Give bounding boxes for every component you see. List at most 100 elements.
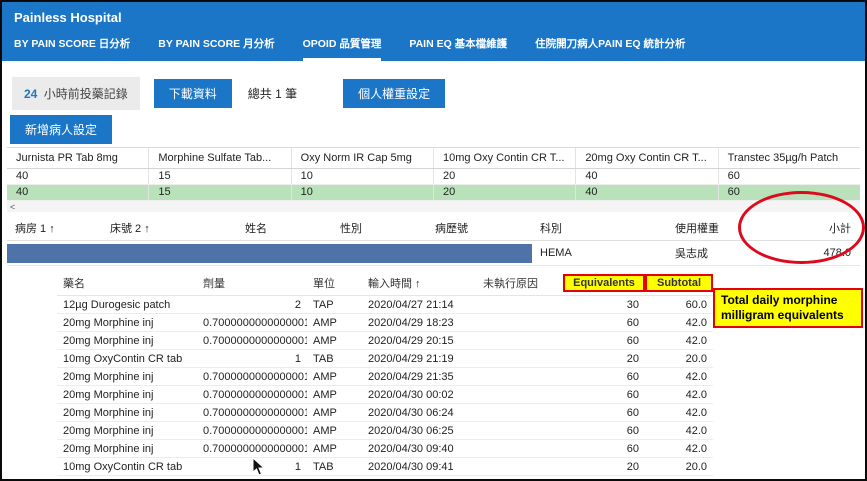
- summary-cell: 40: [7, 185, 149, 200]
- morphine-equivalents-note: Total daily morphine milligram equivalen…: [713, 288, 863, 328]
- equivalents-value: 60: [563, 423, 645, 439]
- drug-name: 20mg Morphine inj: [57, 315, 197, 331]
- app-window: Painless Hospital BY PAIN SCORE 日分析 BY P…: [0, 0, 867, 481]
- unit-value: TAB: [307, 459, 362, 475]
- drug-name: 20mg Morphine inj: [57, 387, 197, 403]
- not-executed-reason: [477, 339, 563, 343]
- subtotal-value: 42.0: [645, 477, 713, 481]
- medication-row[interactable]: 10mg OxyContin CR tab 1 TAB 2020/04/30 0…: [57, 458, 713, 476]
- entry-time: 2020/04/27 21:14: [362, 297, 477, 313]
- entry-time: 2020/04/30 12:48: [362, 477, 477, 481]
- dose-value: 0.7000000000000001: [197, 387, 307, 403]
- medication-row[interactable]: 10mg OxyContin CR tab 1 TAB 2020/04/29 2…: [57, 350, 713, 368]
- col-header-department[interactable]: 科別: [532, 216, 667, 240]
- patient-weight-user: 吳志成: [667, 241, 777, 265]
- col-header-drug[interactable]: 藥名: [57, 272, 197, 294]
- subtotal-value: 42.0: [645, 387, 713, 403]
- entry-time: 2020/04/30 06:24: [362, 405, 477, 421]
- personal-weight-settings-button[interactable]: 個人權重設定: [343, 79, 445, 108]
- col-header-equivalents[interactable]: Equivalents: [563, 274, 645, 292]
- drug-name: 20mg Morphine inj: [57, 405, 197, 421]
- col-header-unit[interactable]: 單位: [307, 272, 362, 294]
- summary-cell: 15: [149, 185, 291, 200]
- summary-cell: 15: [149, 169, 291, 184]
- subtotal-value: 42.0: [645, 441, 713, 457]
- history-label: 小時前投藥記錄: [44, 87, 128, 101]
- unit-value: AMP: [307, 405, 362, 421]
- medication-row[interactable]: 12µg Durogesic patch 2 TAP 2020/04/27 21…: [57, 296, 713, 314]
- summary-cell: 20: [434, 185, 576, 200]
- dose-value: 0.7000000000000001: [197, 369, 307, 385]
- drug-name: 20mg Morphine inj: [57, 423, 197, 439]
- unit-value: TAP: [307, 297, 362, 313]
- unit-value: AMP: [307, 441, 362, 457]
- summary-column-header: 10mg Oxy Contin CR T...: [434, 148, 576, 168]
- drug-name: 20mg Morphine inj: [57, 441, 197, 457]
- col-header-not-executed-reason[interactable]: 未執行原因: [477, 272, 563, 294]
- total-count-label: 總共 1 筆: [248, 85, 297, 102]
- col-header-sex[interactable]: 性別: [332, 216, 427, 240]
- not-executed-reason: [477, 393, 563, 397]
- subtotal-value: 20.0: [645, 459, 713, 475]
- col-header-name[interactable]: 姓名: [237, 216, 332, 240]
- drug-name: 20mg Morphine inj: [57, 369, 197, 385]
- nav-tab[interactable]: 住院開刀病人PAIN EQ 統計分析: [535, 36, 685, 61]
- medication-row[interactable]: 20mg Morphine inj 0.7000000000000001 AMP…: [57, 440, 713, 458]
- medication-row[interactable]: 20mg Morphine inj 0.7000000000000001 AMP…: [57, 368, 713, 386]
- drug-name: 12µg Durogesic patch: [57, 297, 197, 313]
- not-executed-reason: [477, 357, 563, 361]
- nav-tab[interactable]: BY PAIN SCORE 月分析: [158, 36, 274, 61]
- equivalents-value: 60: [563, 315, 645, 331]
- not-executed-reason: [477, 321, 563, 325]
- entry-time: 2020/04/29 20:15: [362, 333, 477, 349]
- summary-cell: 20: [434, 169, 576, 184]
- drug-name: 10mg OxyContin CR tab: [57, 459, 197, 475]
- col-header-chart-number[interactable]: 病歷號: [427, 216, 532, 240]
- equivalents-value: 20: [563, 351, 645, 367]
- not-executed-reason: [477, 411, 563, 415]
- nav-tab[interactable]: PAIN EQ 基本檔維護: [409, 36, 507, 61]
- summary-column-header: Morphine Sulfate Tab...: [149, 148, 291, 168]
- medication-row[interactable]: 20mg Morphine inj 0.7000000000000001 AMP…: [57, 422, 713, 440]
- col-header-ward[interactable]: 病房 1 ↑: [7, 216, 102, 240]
- app-title: Painless Hospital: [14, 10, 853, 25]
- detail-table-header: 藥名 劑量 單位 輸入時間 ↑ 未執行原因 Equivalents Subtot…: [57, 272, 713, 296]
- col-header-subtotal[interactable]: Subtotal: [645, 274, 713, 292]
- summary-row[interactable]: 40 15 10 20 40 60: [7, 185, 860, 201]
- nav-tab[interactable]: OPOID 品質管理: [303, 36, 382, 61]
- summary-cell: 60: [719, 185, 860, 200]
- add-patient-button[interactable]: 新增病人設定: [10, 115, 112, 144]
- summary-cell: 10: [292, 169, 434, 184]
- summary-cell: 40: [576, 185, 718, 200]
- download-button[interactable]: 下載資料: [154, 79, 232, 108]
- scroll-left-icon[interactable]: <: [10, 202, 15, 212]
- equivalents-value: 20: [563, 459, 645, 475]
- app-header: Painless Hospital BY PAIN SCORE 日分析 BY P…: [2, 2, 865, 61]
- drug-weight-summary-table: Jurnista PR Tab 8mg Morphine Sulfate Tab…: [7, 147, 860, 201]
- subtotal-value: 42.0: [645, 423, 713, 439]
- medication-row[interactable]: 20mg Morphine inj 0.7000000000000001 AMP…: [57, 404, 713, 422]
- summary-row[interactable]: 40 15 10 20 40 60: [7, 169, 860, 185]
- medication-row[interactable]: 20mg Morphine inj 0.7000000000000001 AMP…: [57, 386, 713, 404]
- nav-tab[interactable]: BY PAIN SCORE 日分析: [14, 36, 130, 61]
- entry-time: 2020/04/30 06:25: [362, 423, 477, 439]
- medication-row[interactable]: 20mg Morphine inj 0.7000000000000001 AMP…: [57, 476, 713, 481]
- toolbar: 24 小時前投藥記錄 下載資料 總共 1 筆 個人權重設定: [12, 77, 855, 110]
- col-header-entry-time[interactable]: 輸入時間 ↑: [362, 272, 477, 294]
- dose-value: 1: [197, 351, 307, 367]
- not-executed-reason: [477, 429, 563, 433]
- patient-row[interactable]: HEMA 吳志成 478.0: [7, 241, 860, 266]
- equivalents-value: 60: [563, 333, 645, 349]
- col-header-dose[interactable]: 劑量: [197, 272, 307, 294]
- history-hours-number: 24: [24, 87, 37, 101]
- col-header-weight-user[interactable]: 使用權重: [667, 216, 777, 240]
- col-header-subtotal[interactable]: 小計: [777, 216, 859, 240]
- col-header-bed[interactable]: 床號 2 ↑: [102, 216, 237, 240]
- medication-row[interactable]: 20mg Morphine inj 0.7000000000000001 AMP…: [57, 314, 713, 332]
- subtotal-value: 20.0: [645, 351, 713, 367]
- horizontal-scrollbar[interactable]: <: [7, 201, 860, 212]
- unit-value: AMP: [307, 333, 362, 349]
- unit-value: AMP: [307, 369, 362, 385]
- dose-value: 0.7000000000000001: [197, 423, 307, 439]
- medication-row[interactable]: 20mg Morphine inj 0.7000000000000001 AMP…: [57, 332, 713, 350]
